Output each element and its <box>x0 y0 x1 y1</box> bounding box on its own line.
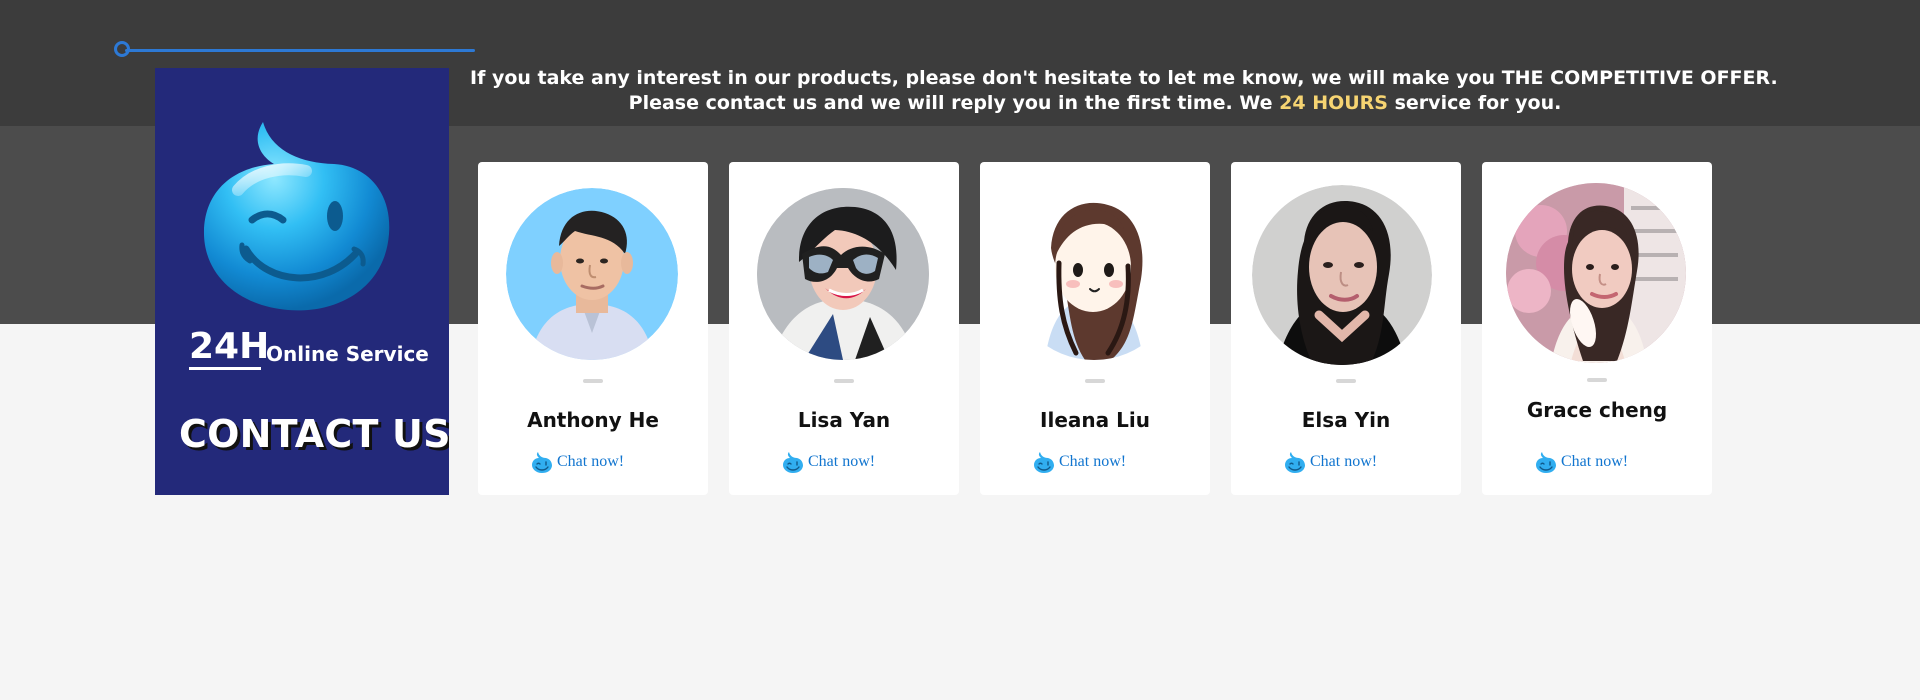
decorative-line <box>125 49 475 52</box>
contact-message: If you take any interest in our products… <box>470 66 1778 116</box>
contact-message-line-1: If you take any interest in our products… <box>470 67 1778 89</box>
contact-message-line-2: Please contact us and we will reply you … <box>470 91 1720 116</box>
contact-us-section: 24H Online Service CONTACT US If you tak… <box>0 0 1920 700</box>
hours-label: 24H <box>189 326 270 367</box>
contact-card-grace-cheng: Grace cheng Chat now! <box>1482 162 1712 495</box>
card-divider <box>834 379 854 383</box>
sales-contact-cards: Anthony He Chat now! Lisa Yan Chat now! … <box>478 162 1713 495</box>
chat-now-link[interactable]: Chat now! <box>1535 449 1665 475</box>
contact-card-ileana-liu: Ileana Liu Chat now! <box>980 162 1210 495</box>
woman-pink-background-avatar <box>1506 183 1686 363</box>
online-service-text: Online Service <box>266 342 429 366</box>
person-name: Lisa Yan <box>797 408 891 432</box>
person-name: Elsa Yin <box>1301 408 1391 432</box>
chat-now-label: Chat now! <box>808 453 876 470</box>
card-divider <box>583 379 603 383</box>
contact-card-anthony-he: Anthony He Chat now! <box>478 162 708 495</box>
chat-droplet-icon <box>1033 451 1055 473</box>
chat-droplet-icon <box>782 451 804 473</box>
contact-message-line-2-suffix: service for you. <box>1388 92 1562 114</box>
contact-card-lisa-yan: Lisa Yan Chat now! <box>729 162 959 495</box>
contact-message-line-2-prefix: Please contact us and we will reply you … <box>628 92 1280 114</box>
chat-now-label: Chat now! <box>1059 453 1127 470</box>
contact-us-panel: 24H Online Service CONTACT US <box>155 68 449 495</box>
contact-us-title: CONTACT US <box>179 412 449 456</box>
chat-now-link[interactable]: Chat now! <box>1033 449 1163 475</box>
winking-droplet-mascot-icon <box>195 108 395 328</box>
chat-now-label: Chat now! <box>1310 453 1378 470</box>
hours-underline <box>189 367 261 370</box>
chat-droplet-icon <box>531 451 553 473</box>
card-divider <box>1085 379 1105 383</box>
woman-sunglasses-avatar <box>757 188 929 360</box>
chat-now-link[interactable]: Chat now! <box>531 449 661 475</box>
person-name: Grace cheng <box>1526 398 1668 422</box>
person-name: Anthony He <box>527 408 659 432</box>
hours-highlight: 24 HOURS <box>1279 92 1388 114</box>
contact-card-elsa-yin: Elsa Yin Chat now! <box>1231 162 1461 495</box>
chat-now-label: Chat now! <box>1561 453 1629 470</box>
man-photo-avatar <box>506 188 678 360</box>
cartoon-girl-avatar <box>1008 188 1180 360</box>
chat-droplet-icon <box>1535 451 1557 473</box>
person-name: Ileana Liu <box>1040 408 1150 432</box>
woman-portrait-avatar <box>1252 185 1432 365</box>
chat-droplet-icon <box>1284 451 1306 473</box>
online-service-label: 24H Online Service <box>189 325 429 375</box>
card-divider <box>1336 379 1356 383</box>
chat-now-label: Chat now! <box>557 453 625 470</box>
chat-now-link[interactable]: Chat now! <box>782 449 912 475</box>
card-divider <box>1587 378 1607 382</box>
chat-now-link[interactable]: Chat now! <box>1284 449 1414 475</box>
